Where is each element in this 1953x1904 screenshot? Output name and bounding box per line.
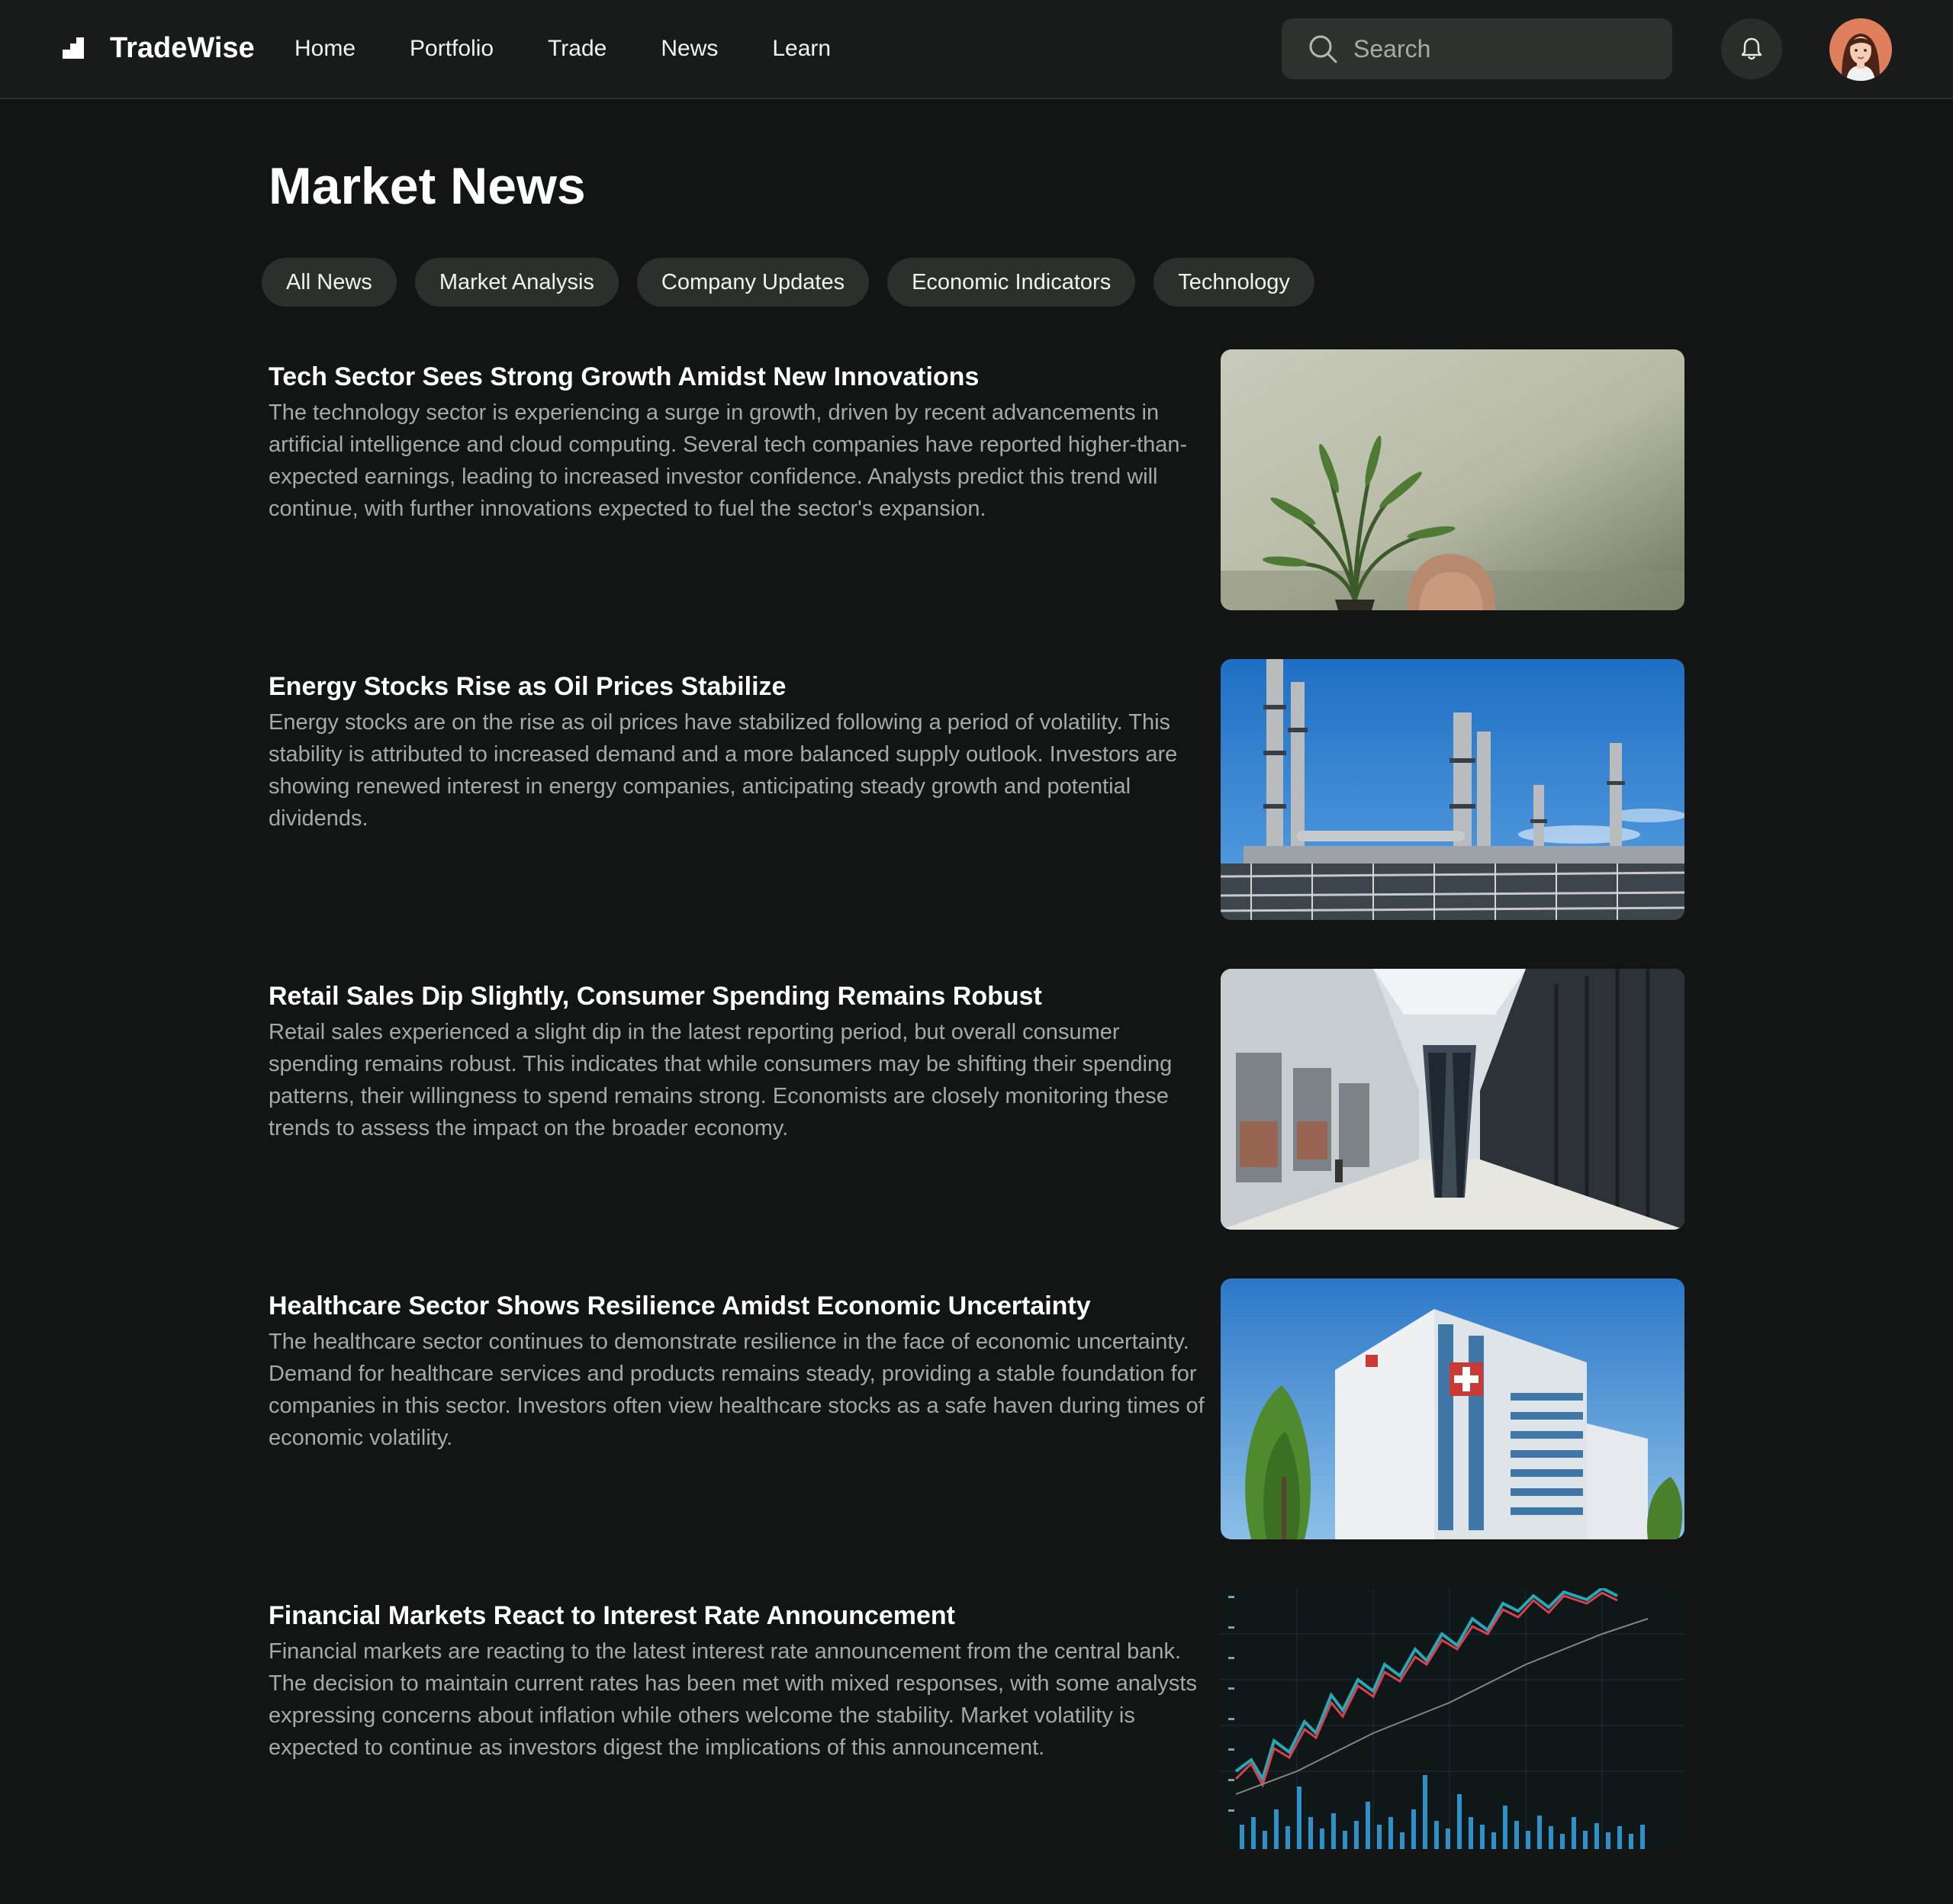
article-title[interactable]: Healthcare Sector Shows Resilience Amids… <box>269 1289 1215 1323</box>
stock-chart-photo-icon <box>1221 1588 1684 1849</box>
nav-news[interactable]: News <box>661 32 718 66</box>
article-image-refinery[interactable] <box>1221 659 1684 920</box>
article-image-plant-chair[interactable] <box>1221 349 1684 610</box>
filter-market-analysis[interactable]: Market Analysis <box>414 258 619 307</box>
article-title[interactable]: Financial Markets React to Interest Rate… <box>269 1599 1215 1632</box>
article-title[interactable]: Energy Stocks Rise as Oil Prices Stabili… <box>269 670 1215 703</box>
article-title[interactable]: Retail Sales Dip Slightly, Consumer Spen… <box>269 979 1215 1013</box>
filter-technology[interactable]: Technology <box>1153 258 1314 307</box>
main-nav: Home Portfolio Trade News Learn <box>294 32 885 66</box>
page-title: Market News <box>269 157 586 215</box>
avatar[interactable] <box>1829 18 1892 81</box>
bell-icon <box>1741 37 1762 60</box>
plant-photo-icon <box>1221 349 1684 610</box>
article-summary: The healthcare sector continues to demon… <box>269 1330 1205 1450</box>
news-article[interactable]: Energy Stocks Rise as Oil Prices Stabili… <box>269 659 1684 931</box>
news-article[interactable]: Financial Markets React to Interest Rate… <box>269 1588 1684 1860</box>
user-avatar-icon <box>1829 18 1892 81</box>
top-navigation-bar: TradeWise Home Portfolio Trade News Lear… <box>0 0 1953 99</box>
article-image-stock-chart[interactable] <box>1221 1588 1684 1849</box>
nav-learn[interactable]: Learn <box>772 32 831 66</box>
news-filter-chips: All News Market Analysis Company Updates… <box>262 258 1333 307</box>
search-input[interactable] <box>1353 34 1643 63</box>
article-image-mall[interactable] <box>1221 969 1684 1230</box>
article-summary: Retail sales experienced a slight dip in… <box>269 1020 1173 1140</box>
nav-trade[interactable]: Trade <box>548 32 606 66</box>
article-summary: The technology sector is experiencing a … <box>269 400 1188 521</box>
article-title[interactable]: Tech Sector Sees Strong Growth Amidst Ne… <box>269 360 1215 394</box>
filter-economic-indicators[interactable]: Economic Indicators <box>887 258 1136 307</box>
filter-all-news[interactable]: All News <box>262 258 397 307</box>
news-article[interactable]: Tech Sector Sees Strong Growth Amidst Ne… <box>269 349 1684 621</box>
brand-name[interactable]: TradeWise <box>110 29 255 67</box>
notifications-button[interactable] <box>1721 18 1782 79</box>
nav-home[interactable]: Home <box>294 32 356 66</box>
news-article[interactable]: Healthcare Sector Shows Resilience Amids… <box>269 1278 1684 1550</box>
article-summary: Financial markets are reacting to the la… <box>269 1639 1197 1760</box>
filter-company-updates[interactable]: Company Updates <box>636 258 870 307</box>
article-image-hospital[interactable] <box>1221 1278 1684 1539</box>
search-box[interactable] <box>1282 18 1672 79</box>
refinery-photo-icon <box>1221 659 1684 920</box>
article-summary: Energy stocks are on the rise as oil pri… <box>269 710 1178 831</box>
hospital-photo-icon <box>1221 1278 1684 1539</box>
mall-photo-icon <box>1221 969 1684 1230</box>
logo-icon[interactable] <box>63 37 84 59</box>
news-article[interactable]: Retail Sales Dip Slightly, Consumer Spen… <box>269 969 1684 1240</box>
search-icon <box>1309 35 1337 63</box>
nav-portfolio[interactable]: Portfolio <box>410 32 494 66</box>
